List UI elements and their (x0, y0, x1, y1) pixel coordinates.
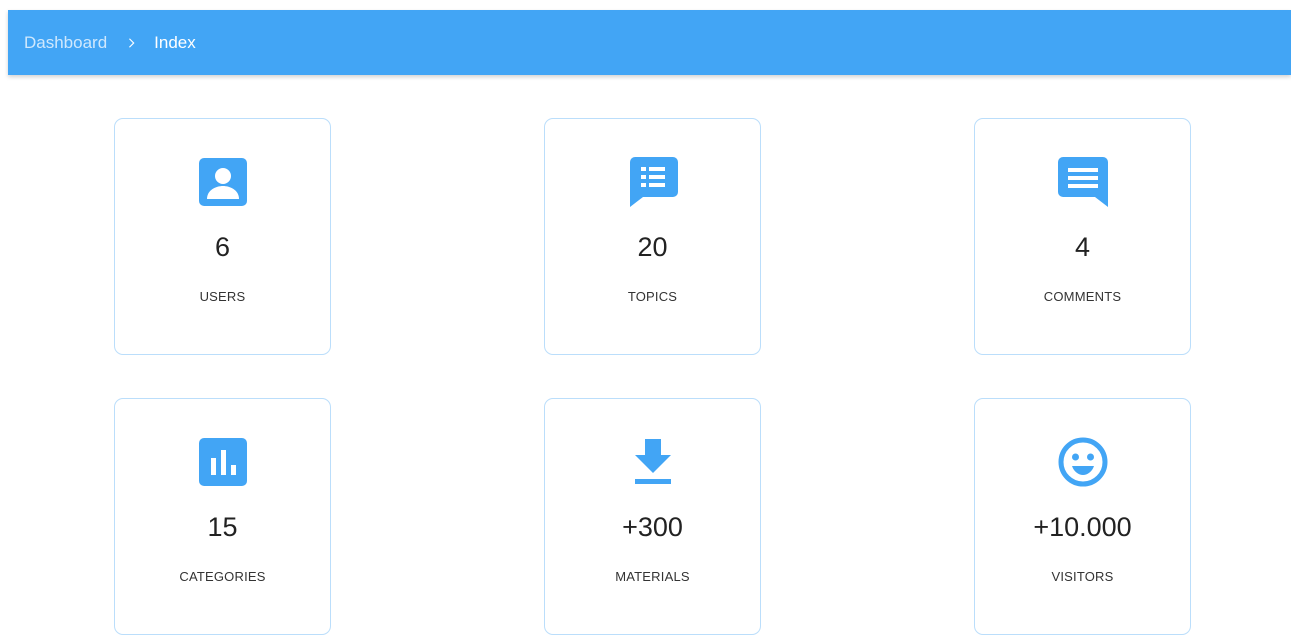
stat-label: USERS (199, 289, 246, 304)
bar-chart-icon (196, 435, 250, 489)
top-app-bar: Dashboard Index (8, 10, 1291, 75)
stat-value: 20 (637, 232, 668, 262)
breadcrumb: Dashboard Index (24, 33, 196, 53)
stat-label: COMMENTS (1043, 289, 1122, 304)
stat-label: VISITORS (1051, 569, 1114, 584)
stat-card-materials[interactable]: +300 MATERIALS (544, 398, 761, 635)
stat-label: MATERIALS (615, 569, 690, 584)
stat-value: +10.000 (1033, 512, 1132, 542)
stat-card-topics[interactable]: 20 TOPICS (544, 118, 761, 355)
stat-card-users[interactable]: 6 USERS (114, 118, 331, 355)
stat-label: CATEGORIES (179, 569, 266, 584)
stat-card-visitors[interactable]: +10.000 VISITORS (974, 398, 1191, 635)
stat-card-comments[interactable]: 4 COMMENTS (974, 118, 1191, 355)
breadcrumb-item-dashboard[interactable]: Dashboard (24, 33, 107, 53)
comment-icon (1056, 155, 1110, 209)
account-box-icon (196, 155, 250, 209)
stat-value: +300 (622, 512, 683, 542)
stat-value: 6 (214, 232, 231, 262)
stat-value: 15 (207, 512, 238, 542)
topic-list-icon (626, 155, 680, 209)
stat-label: TOPICS (627, 289, 678, 304)
download-icon (626, 435, 680, 489)
stat-value: 4 (1074, 232, 1091, 262)
breadcrumb-item-index: Index (154, 32, 196, 52)
smiley-icon (1056, 435, 1110, 489)
stat-card-categories[interactable]: 15 CATEGORIES (114, 398, 331, 635)
chevron-right-icon (121, 33, 141, 53)
